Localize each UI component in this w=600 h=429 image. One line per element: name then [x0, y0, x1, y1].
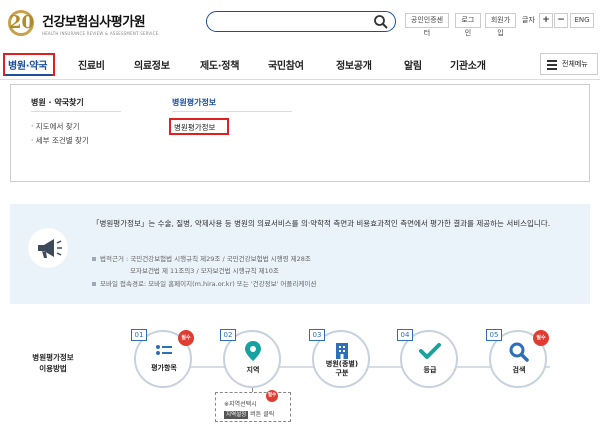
service-description: 「병원평가정보」는 수술, 질병, 약제사용 등 병원의 의료서비스를 의·약학…: [92, 219, 551, 228]
required-badge: 필수: [178, 330, 194, 346]
usage-steps: 병원평가정보 이용방법 01 필수 평가항목 02 지역 03 병원(종별) 구…: [0, 318, 600, 429]
location-pin-icon: [245, 341, 261, 361]
step-grade[interactable]: 04 등급: [397, 329, 458, 388]
anniversary-emblem-icon: 20: [6, 8, 40, 38]
site-logo[interactable]: 20 건강보험심사평가원 HEALTH INSURANCE REVIEW & A…: [6, 8, 158, 38]
legal-basis-line: 법적근거 : 국민건강보험법 시행규칙 제29조 / 국민건강보험법 시행령 제…: [92, 253, 311, 263]
service-info-box: 「병원평가정보」는 수술, 질병, 약제사용 등 병원의 의료서비스를 의·약학…: [10, 204, 590, 304]
logo-subtitle: HEALTH INSURANCE REVIEW & ASSESSMENT SER…: [42, 30, 159, 36]
logo-number: 20: [9, 12, 35, 33]
nav-about[interactable]: 기관소개: [450, 57, 486, 72]
login-button[interactable]: 로그인: [455, 13, 481, 37]
step-number: 04: [397, 329, 413, 341]
mobile-access-line: 모바일 접속경로: 모바일 홈페이지(m.hira.or.kr) 또는 '건강정…: [92, 278, 316, 288]
region-note-action: 지역설정 버튼 클릭: [224, 411, 275, 419]
all-menu-button[interactable]: 전체메뉴: [540, 53, 598, 75]
legal-basis-line-2: 모자보건법 제 11조의3 / 모자보건법 시행규칙 제10조: [130, 267, 279, 275]
nav-hospital-pharmacy[interactable]: 병원·약국: [8, 57, 47, 72]
step-hospital-type[interactable]: 03 병원(종별) 구분: [309, 329, 370, 388]
join-button[interactable]: 회원가입: [485, 13, 516, 37]
step-number: 03: [309, 329, 325, 341]
cert-center-button[interactable]: 공인인증센터: [405, 13, 449, 37]
magnifier-icon: [509, 342, 529, 362]
submenu-detail-search[interactable]: · 세부 조건별 찾기: [31, 135, 89, 146]
required-badge: 필수: [266, 390, 278, 402]
megaphone-icon: [28, 228, 68, 268]
step-number: 02: [220, 329, 236, 341]
font-increase-button[interactable]: +: [539, 13, 553, 28]
checklist-icon: [156, 345, 172, 355]
submenu-panel: 병원 · 약국찾기 · 지도에서 찾기 · 세부 조건별 찾기 병원평가정보 병…: [10, 84, 590, 182]
nav-policy[interactable]: 제도·정책: [200, 57, 239, 72]
nav-participation[interactable]: 국민참여: [268, 57, 304, 72]
hamburger-icon: [547, 60, 557, 72]
active-underline: [6, 74, 52, 76]
nav-medical-fees[interactable]: 진료비: [78, 57, 105, 72]
step-label: 등급: [423, 366, 437, 374]
search-icon[interactable]: [373, 14, 389, 30]
submenu-divider-2: [172, 111, 292, 112]
font-size-label: 글자: [522, 16, 535, 24]
logo-name: 건강보험심사평가원: [42, 14, 146, 30]
submenu-find-title: 병원 · 약국찾기: [31, 98, 84, 107]
step-label: 병원(종별) 구분: [325, 360, 359, 377]
search-input[interactable]: [206, 11, 396, 32]
site-header: 20 건강보험심사평가원 HEALTH INSURANCE REVIEW & A…: [0, 0, 600, 46]
region-setting-button[interactable]: 지역설정: [224, 411, 249, 419]
step-label: 평가항목: [151, 364, 177, 372]
step-label: 검색: [512, 366, 526, 374]
step-search[interactable]: 05 필수 검색: [486, 329, 549, 388]
submenu-evaluation-info[interactable]: 병원평가정보: [174, 122, 215, 133]
step-number: 01: [131, 329, 147, 341]
all-menu-label: 전체메뉴: [562, 60, 588, 68]
nav-disclosure[interactable]: 정보공개: [336, 57, 372, 72]
hospital-building-icon: [336, 343, 348, 359]
region-note-text: ※지역선택시: [224, 401, 257, 408]
required-badge: 필수: [533, 330, 549, 346]
font-decrease-button[interactable]: −: [554, 13, 568, 28]
step-region[interactable]: 02 지역: [220, 329, 281, 388]
step-evaluation-item[interactable]: 01 필수 평가항목: [131, 329, 194, 388]
step-number: 05: [486, 329, 502, 341]
steps-title: 병원평가정보 이용방법: [32, 353, 74, 373]
main-navigation: 병원·약국 진료비 의료정보 제도·정책 국민참여 정보공개 알림 기관소개 전…: [0, 50, 600, 80]
english-button[interactable]: ENG: [570, 13, 594, 28]
region-note-box: 필수 ※지역선택시 지역설정 버튼 클릭: [215, 390, 291, 422]
nav-medical-info[interactable]: 의료정보: [134, 57, 170, 72]
submenu-divider: [31, 111, 121, 112]
step-label: 지역: [246, 366, 260, 374]
check-icon: [419, 343, 441, 359]
nav-notice[interactable]: 알림: [404, 57, 422, 72]
submenu-map-search[interactable]: · 지도에서 찾기: [31, 121, 80, 132]
submenu-evaluation-title: 병원평가정보: [172, 98, 217, 107]
